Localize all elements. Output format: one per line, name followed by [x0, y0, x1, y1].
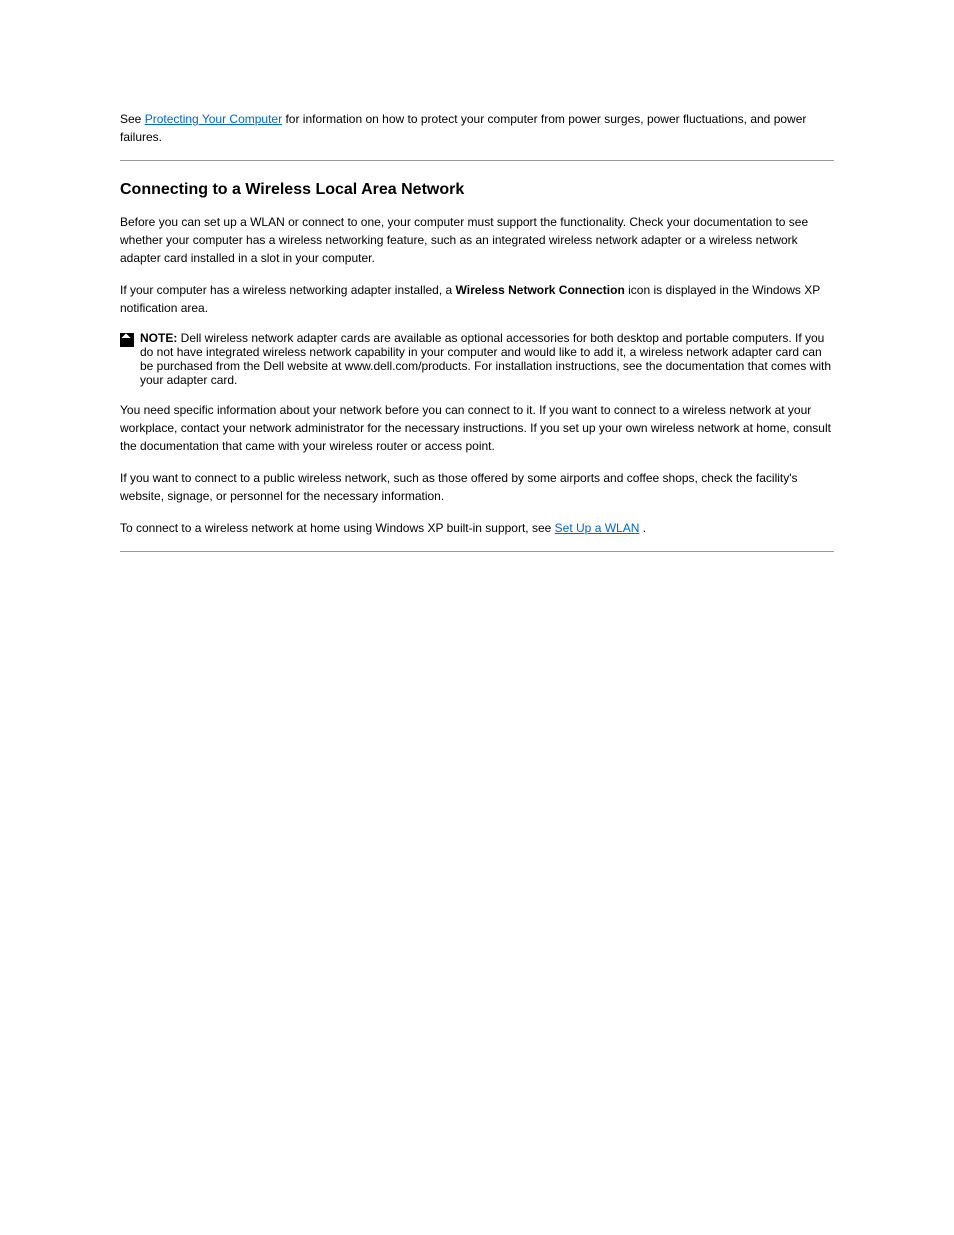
see-link[interactable]: Protecting Your Computer — [145, 112, 282, 126]
para-public-wifi: If you want to connect to a public wirel… — [120, 469, 834, 505]
intro-paragraph: See Protecting Your Computer for informa… — [120, 110, 834, 146]
para-check-support: Before you can set up a WLAN or connect … — [120, 213, 834, 267]
para-network-info: You need specific information about your… — [120, 401, 834, 455]
note-content: NOTE: Dell wireless network adapter card… — [140, 331, 834, 387]
note-icon — [120, 333, 134, 347]
heading-wlan: Connecting to a Wireless Local Area Netw… — [120, 181, 834, 199]
para-icon-displayed: If your computer has a wireless networki… — [120, 281, 834, 317]
note-block: NOTE: Dell wireless network adapter card… — [120, 331, 834, 387]
para-setup-link: To connect to a wireless network at home… — [120, 519, 834, 537]
divider-1 — [120, 160, 834, 161]
divider-2 — [120, 551, 834, 552]
see-text: See — [120, 112, 145, 126]
setup-wlan-link[interactable]: Set Up a WLAN — [555, 521, 640, 535]
